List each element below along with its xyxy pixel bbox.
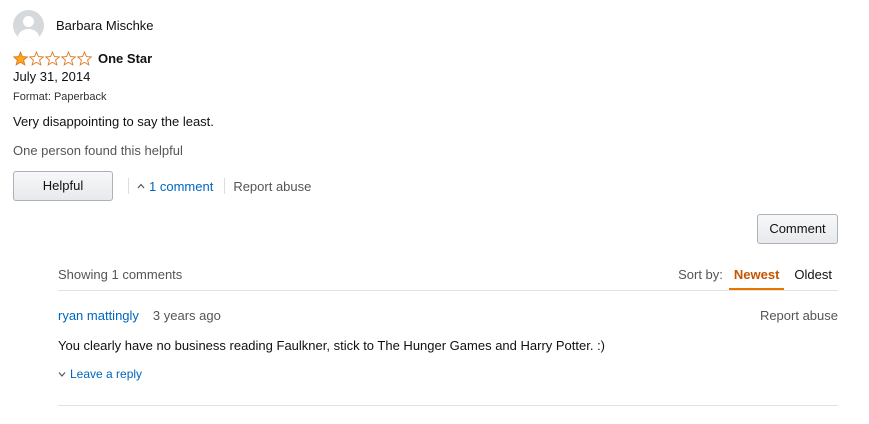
leave-reply-link[interactable]: Leave a reply: [58, 367, 142, 381]
divider: [58, 405, 838, 406]
sort-newest-tab[interactable]: Newest: [728, 266, 785, 290]
leave-reply-label: Leave a reply: [70, 367, 143, 381]
report-abuse-link[interactable]: Report abuse: [233, 179, 311, 194]
comment-button[interactable]: Comment: [757, 214, 838, 244]
star-empty-icon: [61, 51, 76, 66]
divider: [58, 290, 838, 291]
helpful-count-text: One person found this helpful: [13, 143, 183, 158]
star-filled-icon: [13, 51, 28, 66]
review-body: Very disappointing to say the least.: [13, 114, 214, 129]
star-rating[interactable]: [13, 51, 92, 66]
helpful-button[interactable]: Helpful: [13, 171, 113, 201]
review-format: Format: Paperback: [13, 91, 107, 103]
star-empty-icon: [29, 51, 44, 66]
review-date: July 31, 2014: [13, 69, 91, 84]
comment-meta: ryan mattingly 3 years ago: [58, 308, 221, 323]
review-title[interactable]: One Star: [98, 51, 152, 66]
comment-author-link[interactable]: ryan mattingly: [58, 308, 139, 323]
sort-oldest-tab[interactable]: Oldest: [788, 266, 838, 288]
review-actions: 1 comment Report abuse: [128, 178, 311, 194]
reviewer-profile[interactable]: Barbara Mischke: [13, 10, 154, 41]
comment-timestamp[interactable]: 3 years ago: [153, 308, 221, 323]
user-avatar-icon[interactable]: [13, 10, 44, 41]
comment-text: You clearly have no business reading Fau…: [58, 338, 606, 353]
sort-controls: Sort by: Newest Oldest: [678, 266, 838, 290]
divider: [224, 178, 226, 194]
comments-header: Showing 1 comments Sort by: Newest Oldes…: [58, 266, 838, 291]
divider: [128, 178, 129, 194]
comment-report-abuse-link[interactable]: Report abuse: [760, 308, 838, 323]
star-empty-icon: [45, 51, 60, 66]
review-card: Barbara Mischke One Star July 31, 2014 F…: [0, 0, 869, 424]
comments-link-label: 1 comment: [149, 178, 214, 194]
chevron-down-icon: [58, 372, 66, 377]
star-empty-icon: [77, 51, 92, 66]
sort-label: Sort by:: [678, 267, 723, 282]
chevron-up-icon: [137, 183, 145, 189]
comments-toggle-link[interactable]: 1 comment: [137, 179, 213, 194]
rating-row: One Star: [13, 51, 152, 66]
comments-count: Showing 1 comments: [58, 267, 183, 282]
reviewer-name[interactable]: Barbara Mischke: [56, 18, 154, 33]
